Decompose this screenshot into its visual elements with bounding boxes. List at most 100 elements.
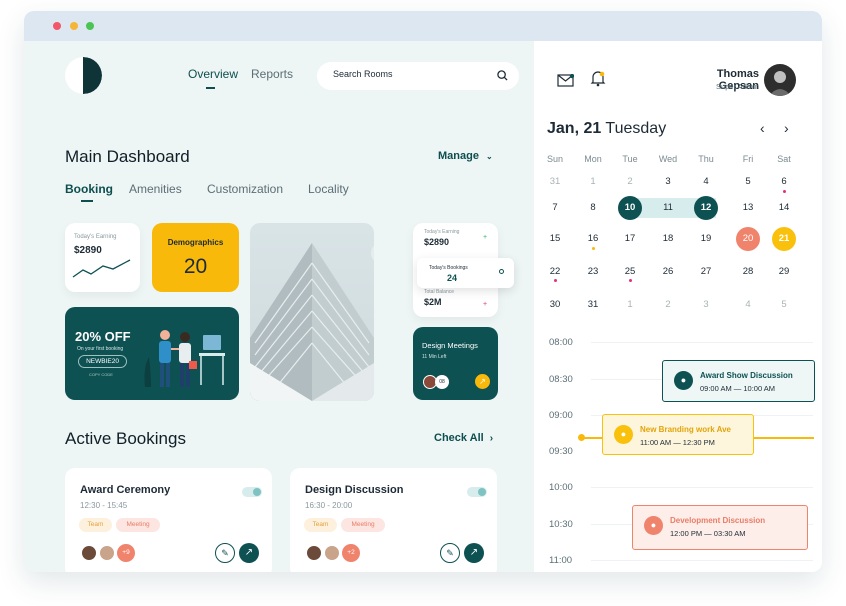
chevron-down-icon: ⌄ <box>486 152 493 161</box>
calendar-day[interactable]: 4 <box>736 293 760 317</box>
hour-line <box>591 487 813 488</box>
booking-toggle[interactable] <box>467 487 487 497</box>
calendar-day[interactable]: 15 <box>543 227 567 251</box>
calendar-day-event[interactable]: 20 <box>736 227 760 251</box>
check-all-link[interactable]: Check All › <box>434 432 493 444</box>
avatar <box>80 544 98 562</box>
calendar-day[interactable]: 13 <box>736 196 760 220</box>
avatar <box>98 544 116 562</box>
earning-value: $2890 <box>74 245 102 256</box>
pencil-icon[interactable]: ✎ <box>215 543 235 563</box>
bell-icon[interactable] <box>590 69 606 87</box>
booking-time: 12:30 - 15:45 <box>80 501 128 510</box>
calendar-day[interactable]: 1 <box>581 170 605 194</box>
calendar-panel: Thomas Gepsan Super Admin Jan, 21 Tuesda… <box>534 41 822 572</box>
hour-label: 08:30 <box>549 374 573 385</box>
title-bar <box>24 11 822 41</box>
booking-toggle[interactable] <box>242 487 262 497</box>
calendar-day-range-start[interactable]: 10 <box>618 196 642 220</box>
calendar-day[interactable]: 29 <box>772 260 796 284</box>
building-illustration <box>250 243 374 401</box>
manage-dropdown[interactable]: Manage ⌄ <box>438 150 493 162</box>
hour-line <box>591 342 813 343</box>
tab-amenities[interactable]: Amenities <box>129 182 182 196</box>
selected-weekday: Tuesday <box>605 120 667 137</box>
calendar-day[interactable]: 2 <box>618 170 642 194</box>
chevron-right-icon[interactable]: › <box>784 120 789 136</box>
event-dot <box>783 190 786 193</box>
attendee-count: 08 <box>435 375 449 389</box>
calendar-day[interactable]: 31 <box>543 170 567 194</box>
maximize-dot[interactable] <box>86 22 94 30</box>
user-role: Super Admin <box>716 82 759 91</box>
users-icon: ● <box>674 371 693 390</box>
hour-label: 10:30 <box>549 519 573 530</box>
calendar-day[interactable]: 31 <box>581 293 605 317</box>
arrow-up-right-icon[interactable]: ↗ <box>475 374 490 389</box>
calendar-day-today[interactable]: 21 <box>772 227 796 251</box>
tag-team: Team <box>304 518 337 532</box>
search-bar[interactable] <box>317 62 519 90</box>
promo-code[interactable]: NEWBIE20 <box>78 355 127 368</box>
calendar-day[interactable]: 1 <box>618 293 642 317</box>
tab-locality[interactable]: Locality <box>308 182 349 196</box>
minimize-dot[interactable] <box>70 22 78 30</box>
promo-card[interactable]: 20% OFF On your first booking NEWBIE20 C… <box>65 307 239 400</box>
calendar-day[interactable]: 4 <box>694 170 718 194</box>
stats-balance-label: Total Balance <box>424 289 455 295</box>
close-dot[interactable] <box>53 22 61 30</box>
calendar-day[interactable]: 11 <box>656 196 680 220</box>
tab-customization[interactable]: Customization <box>207 182 283 196</box>
handshake-illustration <box>144 330 225 387</box>
arrow-up-right-icon[interactable] <box>370 241 374 265</box>
weekday-label: Wed <box>658 154 678 164</box>
calendar-day[interactable]: 7 <box>543 196 567 220</box>
arrow-up-right-icon[interactable]: ↗ <box>239 543 259 563</box>
tag-team: Team <box>79 518 112 532</box>
calendar-day[interactable]: 3 <box>656 170 680 194</box>
calendar-day[interactable]: 18 <box>656 227 680 251</box>
meeting-title: Design Meetings <box>422 341 478 350</box>
calendar-day[interactable]: 17 <box>618 227 642 251</box>
avatar[interactable] <box>764 64 796 96</box>
design-meetings-card[interactable]: Design Meetings 11 Min Left 08 ↗ <box>413 327 498 400</box>
search-icon[interactable] <box>497 70 508 81</box>
calendar-day[interactable]: 14 <box>772 196 796 220</box>
calendar-day[interactable]: 23 <box>581 260 605 284</box>
event-time: 09:00 AM — 10:00 AM <box>700 384 776 393</box>
calendar-day[interactable]: 28 <box>736 260 760 284</box>
pointer-dot <box>499 269 504 274</box>
booking-card[interactable]: Award Ceremony 12:30 - 15:45 Team Meetin… <box>65 468 272 572</box>
calendar-day[interactable]: 3 <box>694 293 718 317</box>
nav-overview[interactable]: Overview <box>188 67 238 89</box>
calendar-day[interactable]: 19 <box>694 227 718 251</box>
event-time: 11:00 AM — 12:30 PM <box>640 438 715 447</box>
hour-label: 09:00 <box>549 410 573 421</box>
earning-card[interactable]: Today's Earning $2890 <box>65 223 140 292</box>
calendar-day[interactable]: 26 <box>656 260 680 284</box>
promo-subtitle: On your first booking <box>77 346 124 352</box>
chevron-left-icon[interactable]: ‹ <box>760 120 765 136</box>
weekday-label: Fri <box>742 154 754 164</box>
arrow-up-right-icon[interactable]: ↗ <box>464 543 484 563</box>
demographics-card[interactable]: Demographics 20 <box>152 223 239 292</box>
calendar-day[interactable]: 2 <box>656 293 680 317</box>
tab-booking[interactable]: Booking <box>65 182 113 202</box>
calendar-day[interactable]: 8 <box>581 196 605 220</box>
calendar-day-range-end[interactable]: 12 <box>694 196 718 220</box>
nav-reports[interactable]: Reports <box>251 67 293 81</box>
mail-icon[interactable] <box>557 74 574 87</box>
calendar-day[interactable]: 5 <box>736 170 760 194</box>
pencil-icon[interactable]: ✎ <box>440 543 460 563</box>
schedule-event[interactable]: ● Development Discussion 12:00 PM — 03:3… <box>632 505 808 550</box>
calendar-day[interactable]: 30 <box>543 293 567 317</box>
schedule-event[interactable]: ● New Branding work Ave 11:00 AM — 12:30… <box>602 414 754 455</box>
copy-code-label[interactable]: COPY CODE <box>89 372 113 377</box>
calendar-day[interactable]: 27 <box>694 260 718 284</box>
schedule-event[interactable]: ● Award Show Discussion 09:00 AM — 10:00… <box>662 360 815 402</box>
calendar-day[interactable]: 5 <box>772 293 796 317</box>
app-logo[interactable] <box>65 57 102 94</box>
page-title: Main Dashboard <box>65 147 190 166</box>
search-input[interactable] <box>333 69 483 79</box>
booking-card[interactable]: Design Discussion 16:30 - 20:00 Team Mee… <box>290 468 497 572</box>
